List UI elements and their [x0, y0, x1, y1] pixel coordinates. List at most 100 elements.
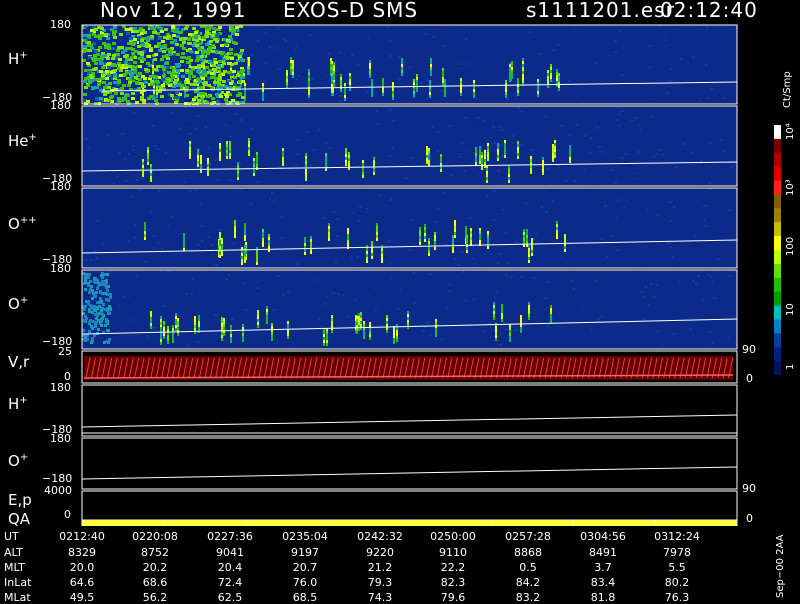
frame-ep: [81, 490, 738, 521]
spectrogram-panel: [82, 106, 737, 186]
table-cell: 5.5: [668, 561, 686, 574]
colorbar-segment: [774, 277, 781, 293]
tick-ep-top: 4000: [44, 484, 72, 497]
frame-oplus-lower: [81, 437, 738, 490]
table-cell: 72.4: [217, 576, 243, 589]
colorbar-segment: [774, 347, 781, 362]
table-cell: 20.7: [292, 561, 318, 574]
colorbar-tick-2: 100: [785, 236, 796, 256]
colorbar-segment: [774, 138, 781, 154]
spectrogram-panel: [82, 188, 737, 268]
table-cell: 82.3: [440, 576, 466, 589]
panel-label-oplusplus: O++: [8, 215, 37, 233]
table-row-label: ALT: [4, 546, 23, 559]
tick-hplus2-top: 180: [50, 381, 71, 394]
panel-label-oplus: O+: [8, 295, 29, 313]
table-cell: 76.3: [664, 591, 690, 604]
table-cell: 9110: [439, 546, 467, 559]
panel-label-heplus: He+: [8, 132, 37, 150]
rtick-vr-bot: 0: [746, 372, 753, 385]
tick-vr-top: 25: [58, 345, 72, 358]
table-cell: 84.2: [515, 576, 541, 589]
table-cell: 0212:40: [59, 530, 105, 543]
table-row-label: MLat: [4, 591, 31, 604]
colorbar-segment: [774, 222, 781, 237]
table-cell: 74.3: [367, 591, 393, 604]
colorbar-segment: [774, 250, 781, 265]
table-cell: 79.3: [367, 576, 393, 589]
table-cell: 9041: [216, 546, 244, 559]
table-cell: 20.0: [69, 561, 95, 574]
colorbar-segment: [774, 263, 781, 279]
table-cell: 8491: [589, 546, 617, 559]
colorbar-segment: [774, 305, 781, 320]
spectrogram-panel: [82, 270, 737, 349]
colorbar-tick-4: 1: [785, 363, 796, 370]
table-row-label: InLat: [4, 576, 32, 589]
trend-line-hplus-lower: [81, 414, 738, 428]
table-cell: 81.8: [590, 591, 616, 604]
colorbar-segment: [774, 125, 781, 140]
tick-oplus-top: 180: [50, 262, 71, 275]
table-cell: 68.5: [292, 591, 318, 604]
tick-oplusplus-top: 180: [50, 180, 71, 193]
table-cell: 62.5: [217, 591, 243, 604]
panel-label-hplus: H+: [8, 50, 28, 68]
colorbar-tick-0: 10⁴: [785, 123, 796, 140]
panel-label-hplus-lower: H+: [8, 395, 28, 413]
table-cell: 68.6: [142, 576, 168, 589]
panel-label-ep: E,p: [8, 491, 32, 509]
table-cell: 79.6: [440, 591, 466, 604]
table-cell: 0250:00: [430, 530, 476, 543]
footer-side-label: Sep−00 2AA: [775, 534, 786, 598]
colorbar-segment: [774, 236, 781, 251]
table-cell: 80.2: [664, 576, 690, 589]
table-row-label: MLT: [4, 561, 25, 574]
table-cell: 0.5: [519, 561, 537, 574]
colorbar-unit: Ct/Smp: [782, 71, 793, 108]
table-row-label: UT: [4, 530, 19, 543]
panel-label-oplus-lower: O+: [8, 452, 29, 470]
table-cell: 9197: [291, 546, 319, 559]
table-cell: 64.6: [69, 576, 95, 589]
table-cell: 56.2: [142, 591, 168, 604]
table-cell: 0312:24: [654, 530, 700, 543]
colorbar-segment: [774, 208, 781, 223]
table-cell: 7978: [663, 546, 691, 559]
panel-label-qa: QA: [8, 510, 31, 528]
table-cell: 8329: [68, 546, 96, 559]
table-cell: 0304:56: [580, 530, 626, 543]
table-cell: 21.2: [367, 561, 393, 574]
colorbar-segment: [774, 361, 781, 375]
table-cell: 8752: [141, 546, 169, 559]
colorbar-segment: [774, 194, 781, 209]
colorbar-segment: [774, 180, 781, 195]
table-cell: 76.0: [292, 576, 318, 589]
table-cell: 83.2: [515, 591, 541, 604]
vr-trace: [83, 356, 734, 380]
table-cell: 20.4: [217, 561, 243, 574]
trend-line-oplus-lower: [81, 466, 738, 480]
tick-ep-bot: 0: [64, 508, 71, 521]
colorbar-segment: [774, 319, 781, 334]
table-cell: 83.4: [590, 576, 616, 589]
table-cell: 3.7: [594, 561, 612, 574]
rtick-vr-top: 90: [742, 343, 756, 356]
colorbar-segment: [774, 152, 781, 168]
rtick-ep-bot: 0: [746, 512, 753, 525]
table-cell: 0220:08: [132, 530, 178, 543]
table-cell: 9220: [366, 546, 394, 559]
colorbar-tick-3: 10: [785, 303, 796, 316]
table-cell: 8868: [514, 546, 542, 559]
spectrogram-plot: [81, 24, 738, 526]
table-cell: 0242:32: [357, 530, 403, 543]
panel-label-vr: V,r: [8, 353, 30, 371]
table-cell: 0257:28: [505, 530, 551, 543]
frame-hplus-lower: [81, 384, 738, 437]
table-cell: 0227:36: [207, 530, 253, 543]
table-cell: 0235:04: [282, 530, 328, 543]
table-cell: 49.5: [69, 591, 95, 604]
colorbar-tick-1: 10³: [785, 179, 796, 196]
table-cell: 22.2: [440, 561, 466, 574]
rtick-ep-top: 90: [742, 482, 756, 495]
